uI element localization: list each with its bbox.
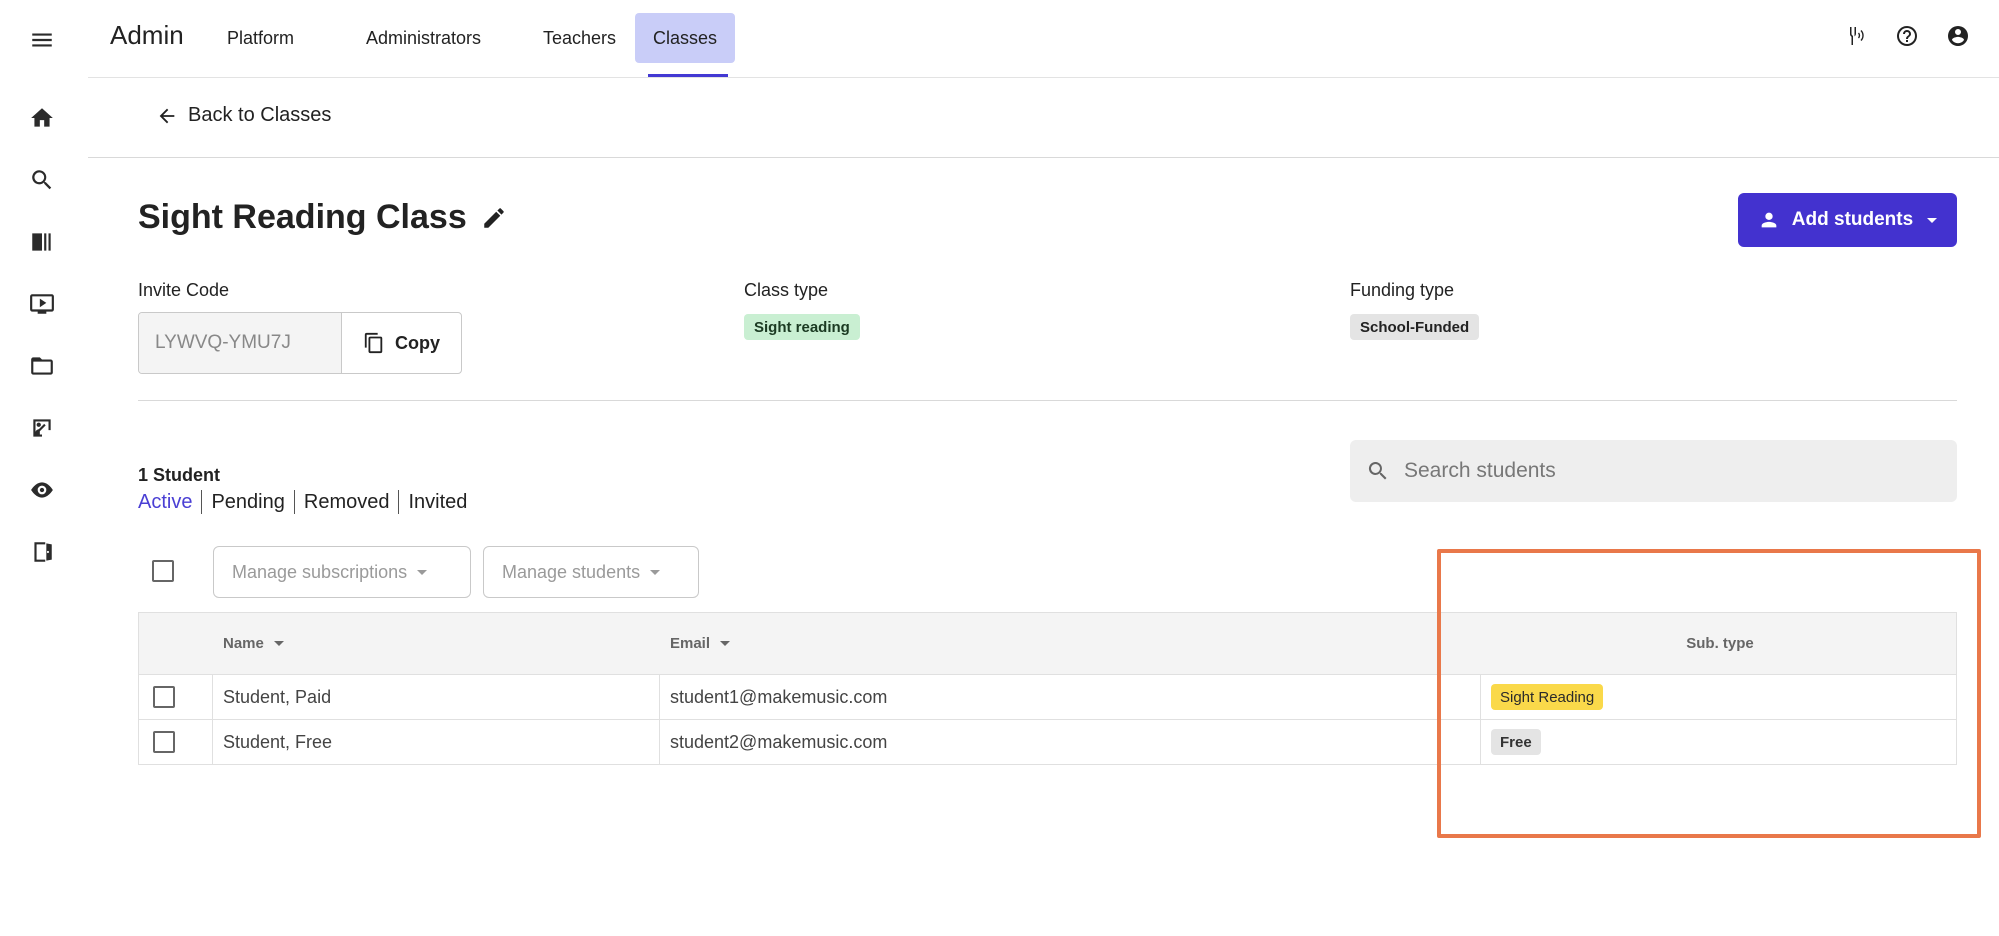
sort-caret-icon	[273, 641, 284, 646]
video-icon[interactable]	[28, 290, 56, 318]
invite-code-group: LYWVQ-YMU7J Copy	[138, 312, 462, 374]
pencil-icon[interactable]	[481, 205, 509, 233]
filter-separator	[201, 490, 203, 514]
subtype-cell: Sight Reading	[1491, 675, 1604, 719]
subtype-cell: Free	[1491, 720, 1541, 764]
students-table: Name Email Sub. type Student, Paid stude…	[138, 612, 1957, 765]
manage-students-button[interactable]: Manage students	[483, 546, 699, 598]
manage-subscriptions-button[interactable]: Manage subscriptions	[213, 546, 471, 598]
column-email-header[interactable]: Email	[670, 613, 731, 674]
home-icon[interactable]	[28, 104, 56, 132]
back-bar: Back to Classes	[88, 78, 1999, 158]
student-name: Student, Paid	[223, 686, 332, 707]
table-row: Student, Free student2@makemusic.com Fre…	[139, 719, 1956, 764]
copy-button[interactable]: Copy	[342, 313, 461, 373]
invite-code-label: Invite Code	[138, 280, 230, 300]
subtype-badge: Free	[1491, 729, 1541, 755]
account-icon[interactable]	[1944, 22, 1972, 50]
row-checkbox[interactable]	[153, 731, 175, 753]
app-brand: Admin	[110, 20, 184, 50]
student-name: Student, Free	[223, 731, 333, 752]
nav-administrators[interactable]: Administrators	[348, 13, 499, 63]
copy-label: Copy	[395, 332, 440, 353]
back-to-classes-link[interactable]: Back to Classes	[156, 104, 331, 127]
exit-icon[interactable]	[28, 538, 56, 566]
library-icon[interactable]	[28, 228, 56, 256]
table-header: Name Email Sub. type	[139, 613, 1956, 674]
filter-separator	[398, 490, 400, 514]
eye-icon[interactable]	[28, 476, 56, 504]
class-type-label: Class type	[744, 280, 829, 300]
add-students-button[interactable]: Add students	[1738, 193, 1957, 247]
manage-students-label: Manage students	[502, 561, 641, 582]
column-name-label: Name	[223, 635, 264, 652]
filter-removed[interactable]: Removed	[304, 491, 390, 514]
arrow-left-icon	[159, 108, 175, 123]
filter-active[interactable]: Active	[138, 491, 192, 514]
column-divider	[1480, 675, 1481, 719]
search-icon[interactable]	[28, 166, 56, 194]
column-subtype-label: Sub. type	[1686, 635, 1754, 652]
teacher-icon[interactable]	[28, 414, 56, 442]
sidebar	[0, 0, 88, 936]
column-divider	[1480, 720, 1481, 764]
nav-platform[interactable]: Platform	[209, 13, 312, 63]
column-divider	[212, 675, 213, 719]
select-all-checkbox[interactable]	[152, 560, 174, 582]
help-icon[interactable]	[1893, 22, 1921, 50]
student-email: student1@makemusic.com	[670, 686, 888, 707]
caret-down-icon	[650, 569, 661, 575]
column-name-header[interactable]: Name	[223, 613, 284, 674]
search-students-box	[1350, 440, 1957, 502]
search-icon	[1368, 462, 1387, 480]
column-divider	[659, 720, 660, 764]
copy-icon	[364, 332, 383, 354]
column-divider	[212, 720, 213, 764]
subtype-badge: Sight Reading	[1491, 684, 1604, 710]
sort-caret-icon	[720, 641, 731, 646]
tuner-icon[interactable]	[1842, 22, 1870, 50]
student-count: 1 Student	[138, 465, 221, 485]
class-type-chip: Sight reading	[744, 314, 860, 340]
manage-subscriptions-label: Manage subscriptions	[232, 561, 408, 582]
funding-type-label: Funding type	[1350, 280, 1455, 300]
top-navigation: Admin Platform Administrators Teachers C…	[88, 0, 1999, 78]
search-students-input[interactable]	[1404, 459, 1924, 483]
table-row: Student, Paid student1@makemusic.com Sig…	[139, 674, 1956, 719]
filter-invited[interactable]: Invited	[408, 491, 467, 514]
caret-down-icon	[417, 569, 428, 575]
folder-icon[interactable]	[28, 352, 56, 380]
column-subtype-header: Sub. type	[1482, 613, 1958, 674]
person-icon	[1761, 212, 1777, 228]
nav-teachers[interactable]: Teachers	[525, 13, 634, 63]
invite-code-value: LYWVQ-YMU7J	[139, 313, 342, 373]
filter-pending[interactable]: Pending	[211, 491, 284, 514]
status-filters: Active Pending Removed Invited	[138, 490, 467, 514]
column-divider	[659, 675, 660, 719]
back-link-label: Back to Classes	[188, 104, 332, 126]
nav-active-indicator	[648, 74, 728, 77]
nav-classes[interactable]: Classes	[635, 13, 736, 63]
page-title: Sight Reading Class	[138, 198, 467, 236]
funding-type-chip: School-Funded	[1350, 314, 1480, 340]
section-divider	[138, 400, 1957, 401]
row-checkbox[interactable]	[153, 686, 175, 708]
menu-icon[interactable]	[28, 26, 56, 54]
add-students-label: Add students	[1791, 209, 1914, 230]
column-email-label: Email	[670, 635, 711, 652]
student-email: student2@makemusic.com	[670, 731, 888, 752]
filter-separator	[293, 490, 295, 514]
caret-down-icon	[1927, 217, 1938, 223]
